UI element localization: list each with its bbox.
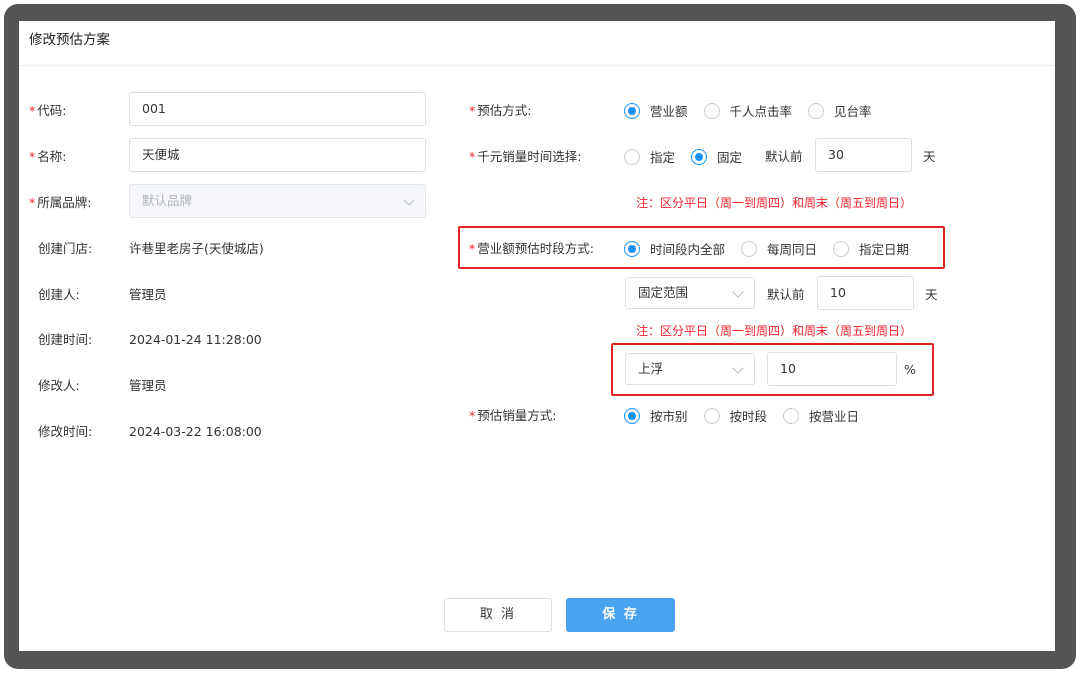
sales-time-default-prefix: 默认前 [765,149,803,164]
brand-label: * 所属品牌: [29,195,92,210]
radio-icon [703,407,720,424]
method-option-table-rate[interactable]: 见台率 [808,101,872,120]
sales-time-note: 注：区分平日（周一到周四）和周末（周五到周日） [636,196,913,210]
modifier-value: 管理员 [129,378,167,393]
radio-icon [624,148,640,165]
code-label: * 代码: [29,103,67,118]
creator-label: 创建人: [38,287,80,302]
method-option-revenue[interactable]: 营业额 [624,101,688,120]
chevron-down-icon [403,194,415,206]
header-divider [19,65,1055,66]
sales-time-option-fixed[interactable]: 固定 [691,147,742,166]
period-option-all[interactable]: 时间段内全部 [624,239,725,258]
brand-select[interactable]: 默认品牌 [129,184,426,218]
store-label: 创建门店: [38,241,93,256]
modified-at-value: 2024-03-22 16:08:00 [129,424,262,439]
radio-icon [833,240,850,257]
sales-time-option-specified[interactable]: 指定 [624,147,675,166]
method-option-click-rate[interactable]: 千人点击率 [703,101,792,120]
sales-time-unit: 天 [923,149,936,164]
period-days-input[interactable]: 10 [817,276,914,310]
modified-at-label: 修改时间: [38,424,93,439]
brand-select-value: 默认品牌 [142,193,193,208]
modifier-label: 修改人: [38,378,80,393]
radio-checked-icon [624,240,640,257]
sales-method-option-market[interactable]: 按市别 [624,406,688,425]
radio-checked-icon [691,148,708,165]
revenue-period-label: * 营业额预估时段方式: [469,241,594,256]
store-value: 许巷里老房子(天使城店) [129,241,264,256]
radio-icon [808,102,825,119]
name-input[interactable]: 天便城 [129,138,426,172]
range-select-value: 固定范围 [638,285,689,300]
cancel-button[interactable]: 取 消 [444,598,552,632]
sales-time-radio-group: 指定 固定 [624,147,758,166]
adjust-direction-select[interactable]: 上浮 [625,353,755,385]
save-button[interactable]: 保 存 [566,598,675,632]
radio-icon [703,102,720,119]
sales-time-label: * 千元销量时间选择: [469,149,582,164]
code-input[interactable]: 001 [129,92,426,126]
method-radio-group: 营业额 千人点击率 见台率 [624,101,888,120]
radio-checked-icon [624,102,640,119]
radio-icon [783,407,800,424]
period-unit: 天 [925,287,938,302]
adjust-value-input[interactable]: 10 [767,352,897,386]
sales-method-option-day[interactable]: 按营业日 [783,406,859,425]
chevron-down-icon [732,286,744,298]
method-label: * 预估方式: [469,103,532,118]
sales-time-days-input[interactable]: 30 [815,138,912,172]
creator-value: 管理员 [129,287,167,302]
period-option-weekday[interactable]: 每周同日 [741,239,817,258]
period-default-prefix: 默认前 [767,287,805,302]
period-option-specified[interactable]: 指定日期 [833,239,909,258]
created-at-label: 创建时间: [38,332,93,347]
period-note: 注：区分平日（周一到周四）和周末（周五到周日） [636,324,913,338]
adjust-direction-value: 上浮 [638,361,664,376]
revenue-period-radio-group: 时间段内全部 每周同日 指定日期 [624,239,925,258]
adjust-unit: % [904,362,916,377]
chevron-down-icon [732,362,744,374]
radio-icon [741,240,758,257]
edit-plan-dialog: 修改预估方案 * 代码: 001 * 名称: 天便城 * 所属品牌: 默认品牌 创建门… [19,21,1055,651]
sales-method-option-period[interactable]: 按时段 [703,406,767,425]
created-at-value: 2024-01-24 11:28:00 [129,332,262,347]
sales-method-radio-group: 按市别 按时段 按营业日 [624,406,875,425]
radio-checked-icon [624,407,640,424]
sales-method-label: * 预估销量方式: [469,408,557,423]
name-label: * 名称: [29,149,67,164]
dialog-title: 修改预估方案 [29,32,110,48]
range-select[interactable]: 固定范围 [625,277,755,309]
